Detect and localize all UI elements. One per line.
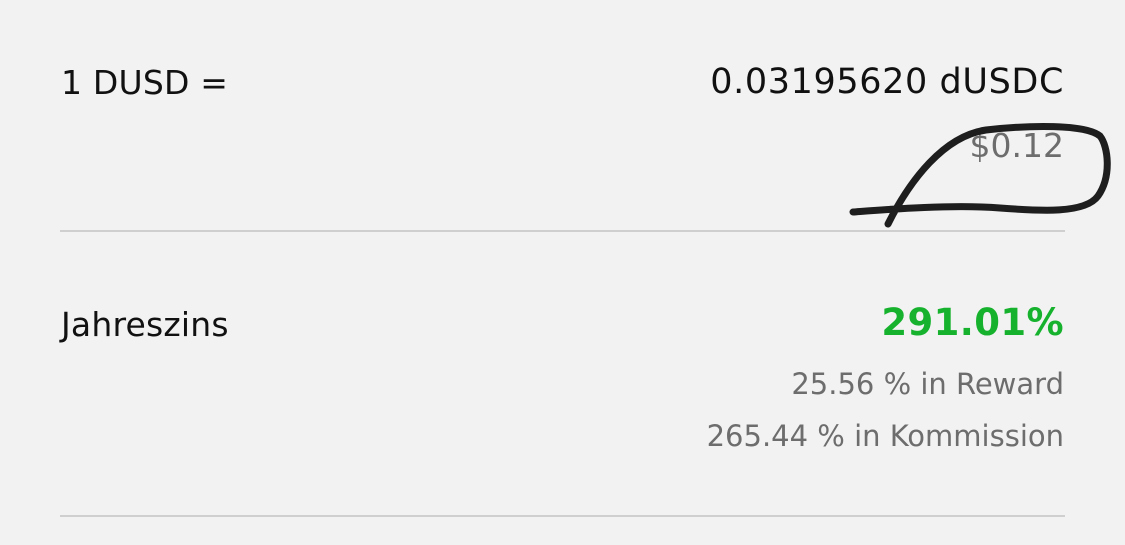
apr-label: Jahreszins	[61, 305, 229, 344]
exchange-rate-label: 1 DUSD =	[61, 63, 229, 102]
apr-reward-breakdown: 25.56 % in Reward	[791, 367, 1064, 401]
apr-value: 291.01%	[881, 301, 1064, 344]
apr-commission-breakdown: 265.44 % in Kommission	[706, 419, 1064, 453]
exchange-rate-value: 0.03195620 dUSDC	[710, 62, 1064, 102]
divider	[60, 230, 1065, 232]
divider	[60, 515, 1065, 517]
exchange-rate-usd-value: $0.12	[969, 126, 1064, 165]
